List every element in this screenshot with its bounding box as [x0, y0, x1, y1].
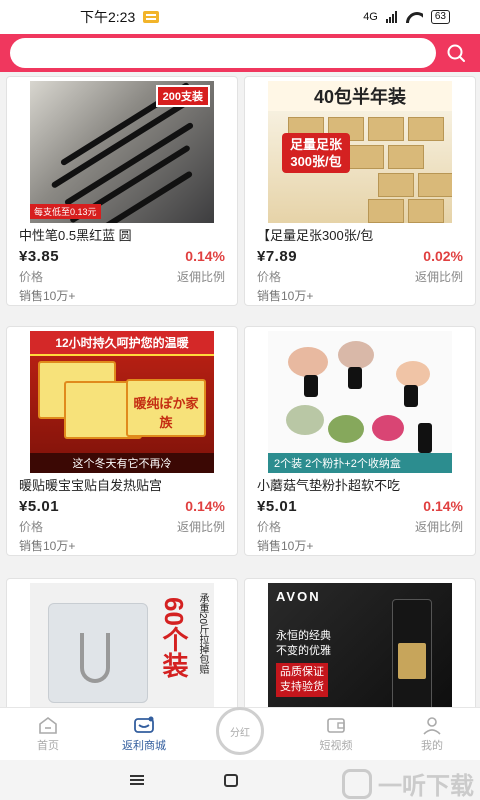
product-price: ¥5.01 — [19, 497, 60, 515]
search-input[interactable] — [10, 38, 436, 68]
avon-brand: AVON — [276, 589, 321, 604]
product-card-avon[interactable]: AVON 永恒的经典 不变的优雅 品质保证 支持验货 — [244, 578, 476, 707]
product-image-puff: 2个装 2个粉扑+2个收纳盒 — [268, 331, 452, 473]
pens-image-tag: 200支装 — [155, 85, 210, 107]
product-card-tissue[interactable]: 40包半年装 足量足张 300张/包 【足量足张300张/包 ¥7.89 0.0… — [244, 76, 476, 306]
dividend-icon: 分红 — [216, 707, 264, 755]
product-card-puff[interactable]: 2个装 2个粉扑+2个收纳盒 小蘑菇气垫粉扑超软不吃 ¥5.01 0.14% 价… — [244, 326, 476, 556]
product-price: ¥3.85 — [19, 247, 60, 265]
price-label: 价格 — [19, 269, 44, 284]
price-label: 价格 — [257, 519, 282, 534]
ratio-label: 返佣比例 — [414, 519, 463, 534]
hook-shape — [80, 633, 110, 683]
meta-row: 价格 返佣比例 — [245, 267, 475, 285]
watermark-logo-icon — [342, 768, 372, 799]
product-grid: 200支装 每支低至0.13元 中性笔0.5黑红蓝 圆 ¥3.85 0.14% … — [0, 72, 480, 707]
product-image-warmer: 12小时持久呵护您的温暖 暖纯ぽか家族 这个冬天有它不再冷 — [30, 331, 214, 473]
ratio-label: 返佣比例 — [176, 519, 225, 534]
search-header — [0, 34, 480, 72]
product-title: 暖贴暖宝宝贴自发热贴宫 — [19, 478, 163, 493]
message-notification-icon — [143, 11, 160, 23]
sales-count: 销售10万+ — [257, 288, 314, 303]
rebate-ratio: 0.14% — [423, 498, 463, 514]
meta-row: 价格 返佣比例 — [7, 517, 237, 535]
home-button-icon[interactable] — [224, 773, 238, 787]
watermark-text: 一听下载 — [378, 773, 474, 800]
search-icon — [447, 44, 465, 62]
warmer-image-bottom: 这个冬天有它不再冷 — [30, 453, 214, 473]
price-label: 价格 — [19, 519, 44, 534]
tissue-image-headline: 40包半年装 — [268, 81, 452, 111]
ratio-label: 返佣比例 — [176, 269, 225, 284]
status-right: 4G 63 — [363, 10, 450, 24]
sales-count: 销售10万+ — [19, 538, 76, 553]
product-image-pens: 200支装 每支低至0.13元 — [30, 81, 214, 223]
nav-label: 首页 — [37, 740, 59, 752]
rebate-ratio: 0.14% — [185, 498, 225, 514]
product-card-warmer[interactable]: 12小时持久呵护您的温暖 暖纯ぽか家族 这个冬天有它不再冷 暖贴暖宝宝贴自发热贴… — [6, 326, 238, 556]
menu-icon[interactable] — [130, 775, 144, 785]
tissue-image-badge: 足量足张 300张/包 — [282, 133, 351, 173]
nav-dividend[interactable]: 分红 — [192, 707, 288, 760]
sales-count: 销售10万+ — [19, 288, 76, 303]
nav-label: 我的 — [421, 740, 443, 752]
product-title: 小蘑菇气垫粉扑超软不吃 — [257, 478, 401, 493]
mall-icon — [134, 716, 154, 733]
battery-icon: 63 — [430, 10, 450, 24]
watermark: 一听下载 — [342, 766, 474, 800]
puff-image-band: 2个装 2个粉扑+2个收纳盒 — [268, 453, 452, 473]
nav-home[interactable]: 首页 — [0, 708, 96, 760]
price-label: 价格 — [257, 269, 282, 284]
avon-guarantee: 品质保证 支持验货 — [276, 663, 328, 697]
product-price: ¥5.01 — [257, 497, 298, 515]
profile-icon — [423, 717, 441, 735]
product-card-hook[interactable]: 60个装 承重20斤拉掉包赔 — [6, 578, 238, 707]
meta-row: 价格 返佣比例 — [245, 517, 475, 535]
product-image-hook: 60个装 承重20斤拉掉包赔 — [30, 583, 214, 707]
product-card-pens[interactable]: 200支装 每支低至0.13元 中性笔0.5黑红蓝 圆 ¥3.85 0.14% … — [6, 76, 238, 306]
search-button[interactable] — [442, 38, 470, 68]
nav-label: 返利商城 — [122, 740, 166, 752]
avon-slogan: 永恒的经典 不变的优雅 — [276, 630, 331, 657]
status-left: 下午2:23 — [80, 7, 160, 27]
bottom-nav: 首页 返利商城 分红 短视频 我的 — [0, 707, 480, 760]
product-title: 【足量足张300张/包 — [257, 228, 374, 243]
price-row: ¥7.89 0.02% — [245, 245, 475, 267]
hook-image-headline: 60个装 — [159, 597, 189, 678]
ratio-label: 返佣比例 — [414, 269, 463, 284]
hook-image-side: 承重20斤拉掉包赔 — [197, 593, 208, 675]
rebate-ratio: 0.02% — [423, 248, 463, 264]
network-type: 4G — [363, 11, 378, 23]
warmer-image-top: 12小时持久呵护您的温暖 — [30, 331, 214, 356]
price-row: ¥3.85 0.14% — [7, 245, 237, 267]
product-price: ¥7.89 — [257, 247, 298, 265]
meta-row: 价格 返佣比例 — [7, 267, 237, 285]
nav-video[interactable]: 短视频 — [288, 708, 384, 760]
status-time: 下午2:23 — [80, 9, 136, 25]
rebate-ratio: 0.14% — [185, 248, 225, 264]
sales-count: 销售10万+ — [257, 538, 314, 553]
product-image-avon: AVON 永恒的经典 不变的优雅 品质保证 支持验货 — [268, 583, 452, 707]
price-row: ¥5.01 0.14% — [245, 495, 475, 517]
nav-label: 短视频 — [319, 740, 353, 752]
warmer-image-brand: 暖纯ぽか家族 — [126, 379, 206, 437]
product-title: 中性笔0.5黑红蓝 圆 — [19, 228, 132, 243]
nav-profile[interactable]: 我的 — [384, 708, 480, 760]
wifi-icon — [405, 11, 423, 23]
price-row: ¥5.01 0.14% — [7, 495, 237, 517]
status-bar: 下午2:23 4G 63 — [0, 0, 480, 34]
signal-icon — [385, 11, 397, 23]
nav-label: 分红 — [230, 727, 250, 739]
product-image-tissue: 40包半年装 足量足张 300张/包 — [268, 81, 452, 223]
nav-mall[interactable]: 返利商城 — [96, 708, 192, 760]
video-icon — [327, 718, 345, 733]
home-icon — [39, 717, 57, 734]
pens-image-band: 每支低至0.13元 — [30, 204, 101, 219]
